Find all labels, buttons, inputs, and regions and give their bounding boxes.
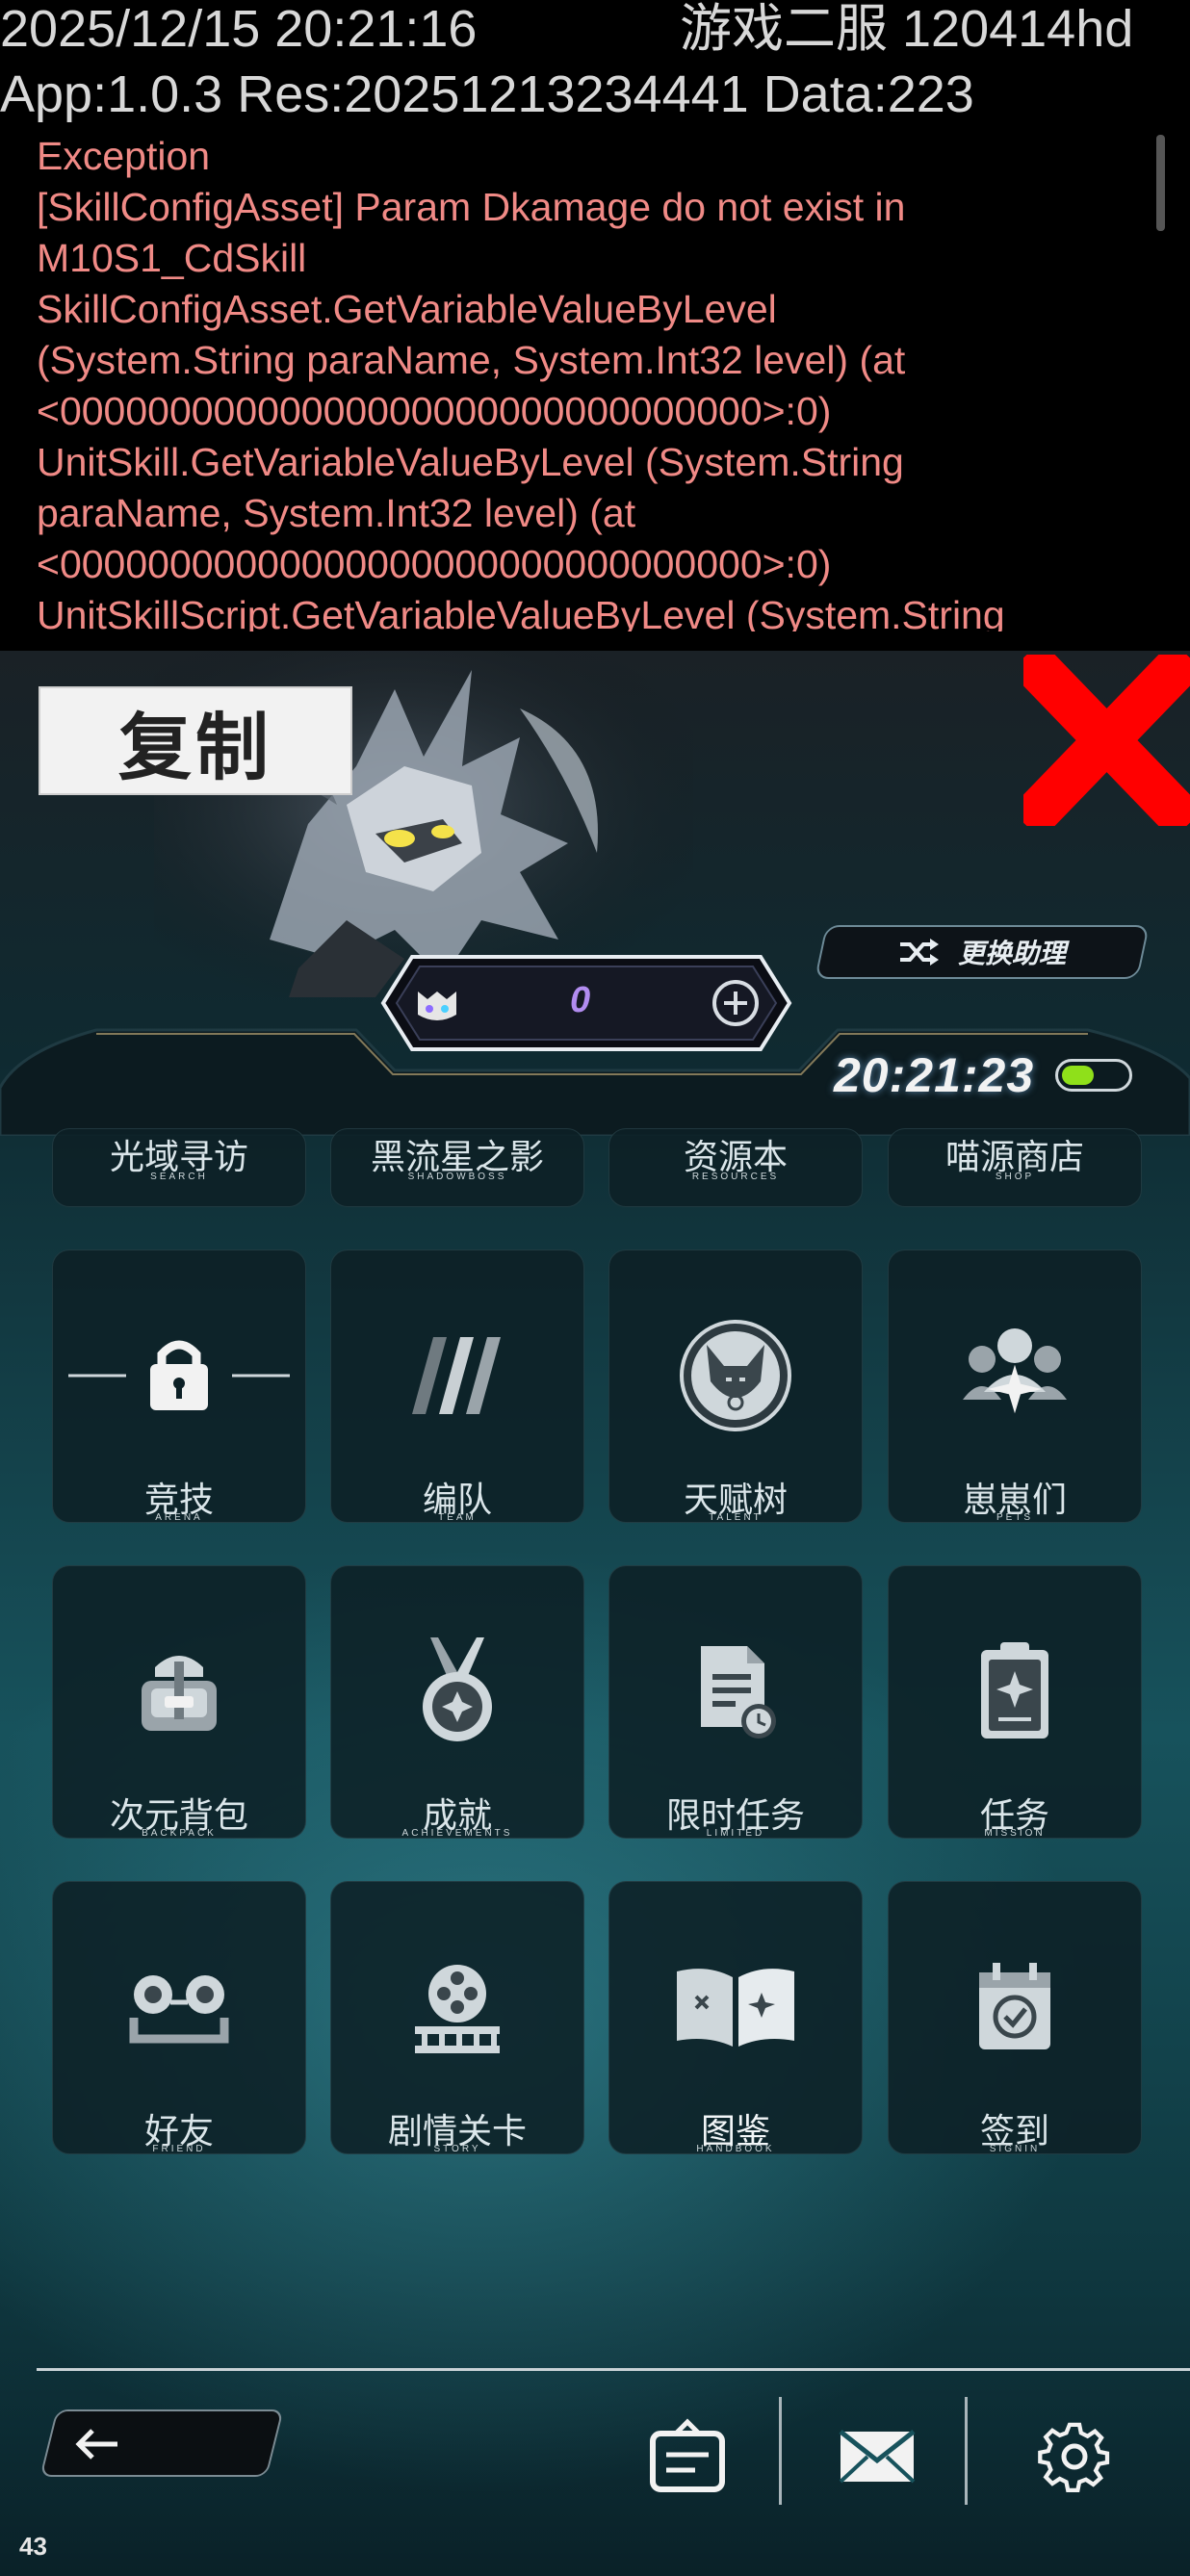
mail-icon[interactable] (837, 2418, 918, 2495)
battery-indicator (1055, 1059, 1132, 1092)
shuffle-icon (899, 939, 939, 966)
log-line: <00000000000000000000000000000000>:0) (37, 389, 832, 433)
tile-sublabel: PETS (996, 1512, 1034, 1523)
tile-sublabel: HANDBOOK (696, 2144, 775, 2154)
log-scrollbar[interactable] (1156, 135, 1165, 231)
menu-tile-achievements[interactable]: 成就 ACHIEVEMENTS (330, 1565, 584, 1839)
menu-tile-arena[interactable]: 竞技 ARENA (52, 1249, 306, 1523)
tile-sublabel: ACHIEVEMENTS (401, 1828, 513, 1839)
change-assistant-content[interactable]: 更换助理 (828, 925, 1136, 979)
menu-tile-talent-tree[interactable]: 天赋树 TALENT (608, 1249, 863, 1523)
menu-tile-handbook[interactable]: 图鉴 HANDBOOK (608, 1881, 863, 2154)
tile-sublabel: MISSION (984, 1828, 1046, 1839)
tile-sublabel: FRIEND (152, 2144, 206, 2154)
log-line: UnitSkill.GetVariableValueByLevel (Syste… (37, 440, 904, 484)
log-line: M10S1_CdSkill (37, 236, 307, 280)
group-icon (963, 1328, 1067, 1414)
menu-tile-story[interactable]: 剧情关卡 STORY (330, 1881, 584, 2154)
log-line: UnitSkillScript.GetVariableValueByLevel … (37, 593, 1005, 631)
debug-server: 游戏二服 120414hd (680, 0, 1134, 58)
menu-tile-pets[interactable]: 崽崽们 PETS (888, 1249, 1142, 1523)
tile-sublabel: ARENA (155, 1512, 203, 1523)
tile-sublabel: TALENT (709, 1512, 763, 1523)
debug-build-info: App:1.0.3 Res:20251213234441 Data:223 (0, 65, 974, 123)
log-line: [SkillConfigAsset] Param Dkamage do not … (37, 185, 906, 229)
lock-icon (68, 1340, 290, 1410)
menu-tile-search[interactable]: 光域寻访 SEARCH (52, 1128, 306, 1207)
tile-sublabel: RESOURCES (691, 1172, 780, 1182)
clipboard-icon (981, 1642, 1048, 1739)
tile-sublabel: SEARCH (150, 1172, 208, 1182)
log-line: Exception (37, 134, 211, 178)
back-arrow-icon[interactable] (69, 2421, 127, 2467)
menu-tile-sign-in[interactable]: 签到 SIGNIN (888, 1881, 1142, 2154)
menu-tile-resources[interactable]: 资源本 RESOURCES (608, 1128, 863, 1207)
film-reel-icon (415, 1965, 500, 2053)
menu-tile-shop[interactable]: 喵源商店 SHOP (888, 1128, 1142, 1207)
log-line: (System.String paraName, System.Int32 le… (37, 338, 906, 382)
copy-button[interactable]: 复制 (39, 686, 352, 795)
log-line: <00000000000000000000000000000000>:0) (37, 542, 832, 586)
tile-sublabel: LIMITED (706, 1828, 765, 1839)
menu-tile-missions[interactable]: 任务 MISSION (888, 1565, 1142, 1839)
timed-task-icon (701, 1646, 776, 1739)
change-assistant-label: 更换助理 (957, 939, 1066, 968)
debug-timestamp: 2025/12/15 20:21:16 (0, 0, 478, 58)
fps-counter: 43 (19, 2532, 47, 2561)
tile-sublabel: SHADOWBOSS (407, 1172, 507, 1182)
settings-icon[interactable] (1034, 2418, 1115, 2495)
tile-sublabel: BACKPACK (142, 1828, 217, 1839)
tile-sublabel: STORY (433, 2144, 481, 2154)
log-line: SkillConfigAsset.GetVariableValueByLevel (37, 287, 777, 331)
backpack-icon (142, 1656, 217, 1731)
calendar-check-icon (979, 1963, 1050, 2049)
debug-overlay: 2025/12/15 20:21:16 游戏二服 120414hd App:1.… (0, 0, 1190, 651)
menu-tile-backpack[interactable]: 次元背包 BACKPACK (52, 1565, 306, 1839)
menu-tile-limited-tasks[interactable]: 限时任务 LIMITED (608, 1565, 863, 1839)
friends-icon (129, 1975, 229, 2044)
tile-sublabel: SHOP (995, 1172, 1035, 1182)
notice-board-icon[interactable] (647, 2418, 728, 2495)
tile-sublabel: TEAM (438, 1512, 477, 1523)
menu-tile-shadow-meteor[interactable]: 黑流星之影 SHADOWBOSS (330, 1128, 584, 1207)
currency-value: 0 (570, 980, 591, 1020)
log-line: paraName, System.Int32 level) (at (37, 491, 636, 535)
game-screen: 2025/12/15 20:21:16 游戏二服 120414hd App:1.… (0, 0, 1190, 2576)
fox-emblem-icon (680, 1320, 791, 1431)
clock: 20:21:23 (834, 1048, 1035, 1102)
close-icon[interactable] (1023, 655, 1190, 826)
open-book-icon (677, 1969, 794, 2047)
tile-sublabel: SIGNIN (989, 2144, 1041, 2154)
exception-log[interactable]: Exception [SkillConfigAsset] Param Dkama… (37, 131, 1134, 631)
menu-tile-team[interactable]: 编队 TEAM (330, 1249, 584, 1523)
medal-icon (423, 1637, 492, 1741)
bottom-separator (779, 2397, 782, 2505)
formation-icon (412, 1337, 501, 1414)
bottom-divider (37, 2368, 1190, 2371)
bottom-separator (965, 2397, 968, 2505)
battery-fill (1062, 1066, 1094, 1085)
menu-tile-friends[interactable]: 好友 FRIEND (52, 1881, 306, 2154)
